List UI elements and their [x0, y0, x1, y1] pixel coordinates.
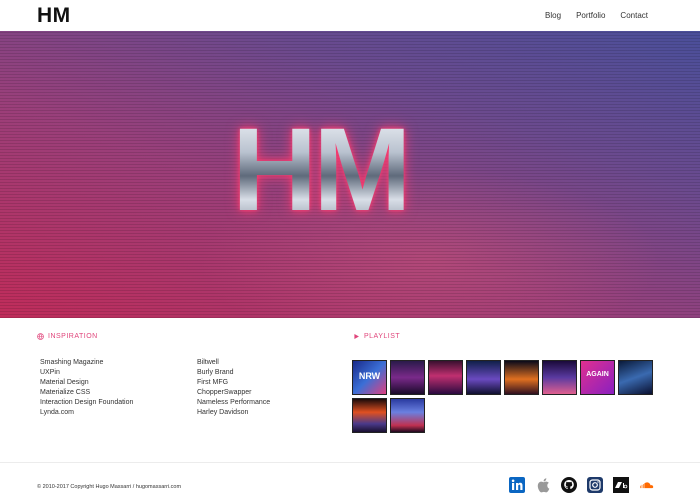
- list-item: Interaction Design Foundation: [40, 398, 133, 408]
- list-item: Burly Brand: [197, 368, 270, 378]
- playlist-title: PLAYLIST: [364, 333, 401, 340]
- linkedin-icon[interactable]: [509, 477, 525, 493]
- link-nameless-performance[interactable]: Nameless Performance: [197, 399, 270, 406]
- main-nav: Blog Portfolio Contact: [545, 11, 648, 20]
- album-nrw-records[interactable]: NRW: [352, 360, 387, 395]
- inspiration-title: INSPIRATION: [48, 333, 98, 340]
- inspiration-list-1: Smashing Magazine UXPin Material Design …: [40, 358, 133, 418]
- link-first-mfg[interactable]: First MFG: [197, 379, 228, 386]
- album-3[interactable]: [428, 360, 463, 395]
- nav-blog[interactable]: Blog: [545, 11, 561, 20]
- inspiration-heading: INSPIRATION: [37, 333, 98, 340]
- list-item: Material Design: [40, 378, 133, 388]
- album-8[interactable]: [618, 360, 653, 395]
- link-biltwell[interactable]: Biltwell: [197, 359, 219, 366]
- link-interaction-design-foundation[interactable]: Interaction Design Foundation: [40, 399, 133, 406]
- album-again[interactable]: AGAIN: [580, 360, 615, 395]
- list-item: Nameless Performance: [197, 398, 270, 408]
- list-item: Lynda.com: [40, 408, 133, 418]
- list-item: ChopperSwapper: [197, 388, 270, 398]
- link-harley-davidson[interactable]: Harley Davidson: [197, 409, 248, 416]
- globe-icon: [37, 333, 44, 340]
- site-logo[interactable]: HM: [37, 4, 71, 28]
- nav-contact[interactable]: Contact: [620, 11, 648, 20]
- list-item: Harley Davidson: [197, 408, 270, 418]
- playlist-heading: PLAYLIST: [353, 333, 400, 340]
- album-9[interactable]: [352, 398, 387, 433]
- album-5[interactable]: [504, 360, 539, 395]
- list-item: Materialize CSS: [40, 388, 133, 398]
- hero-banner: HM: [0, 31, 700, 318]
- play-icon: [354, 334, 359, 339]
- social-links: [509, 477, 655, 493]
- list-item: First MFG: [197, 378, 270, 388]
- album-label: AGAIN: [586, 371, 609, 378]
- link-materialize-css[interactable]: Materialize CSS: [40, 389, 90, 396]
- bandcamp-icon[interactable]: [613, 477, 629, 493]
- instagram-icon[interactable]: [587, 477, 603, 493]
- footer-divider: [0, 462, 700, 463]
- list-item: UXPin: [40, 368, 133, 378]
- inspiration-list-2: Biltwell Burly Brand First MFG ChopperSw…: [197, 358, 270, 418]
- nav-portfolio[interactable]: Portfolio: [576, 11, 605, 20]
- github-icon[interactable]: [561, 477, 577, 493]
- link-smashing-magazine[interactable]: Smashing Magazine: [40, 359, 103, 366]
- album-10[interactable]: [390, 398, 425, 433]
- album-4[interactable]: [466, 360, 501, 395]
- list-item: Biltwell: [197, 358, 270, 368]
- link-lynda[interactable]: Lynda.com: [40, 409, 74, 416]
- album-2[interactable]: [390, 360, 425, 395]
- album-6[interactable]: [542, 360, 577, 395]
- site-header: HM Blog Portfolio Contact: [0, 0, 700, 31]
- list-item: Smashing Magazine: [40, 358, 133, 368]
- playlist-albums: NRW AGAIN: [352, 360, 662, 433]
- apple-icon[interactable]: [535, 477, 551, 493]
- link-uxpin[interactable]: UXPin: [40, 369, 60, 376]
- link-material-design[interactable]: Material Design: [40, 379, 89, 386]
- copyright-text: © 2010-2017 Copyright Hugo Massarri / hu…: [37, 484, 182, 490]
- album-label: NRW: [358, 371, 381, 381]
- hero-logo: HM: [232, 104, 412, 236]
- link-burly-brand[interactable]: Burly Brand: [197, 369, 234, 376]
- soundcloud-icon[interactable]: [639, 477, 655, 493]
- link-chopperswapper[interactable]: ChopperSwapper: [197, 389, 251, 396]
